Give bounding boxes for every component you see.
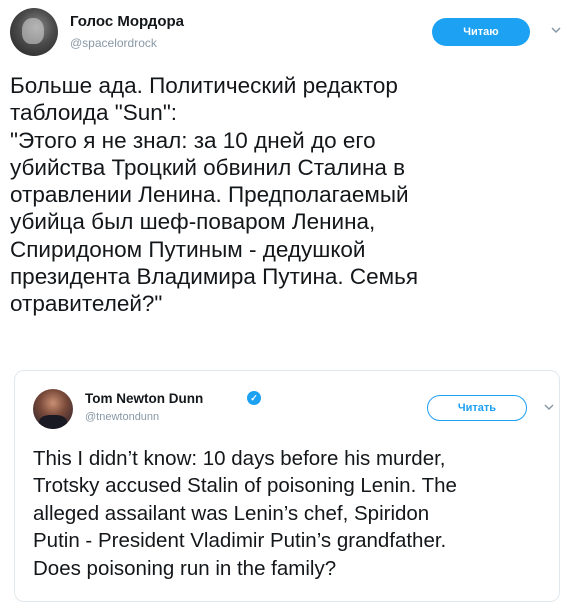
quoted-tweet-text: This I didn’t know: 10 days before his m… xyxy=(33,447,457,580)
quoted-author-name[interactable]: Tom Newton Dunn xyxy=(85,391,203,406)
chevron-down-icon[interactable] xyxy=(543,401,555,413)
verified-badge-icon: ✓ xyxy=(247,391,261,405)
follow-button[interactable]: Читаю xyxy=(432,18,530,46)
quoted-follow-button[interactable]: Читать xyxy=(427,395,527,421)
quoted-tweet[interactable]: Tom Newton Dunn ✓ @tnewtondunn Читать Th… xyxy=(14,370,560,602)
chevron-down-icon[interactable] xyxy=(550,24,562,36)
quoted-author-handle[interactable]: @tnewtondunn xyxy=(85,411,159,423)
tweet-header: Голос Мордора @spacelordrock Читаю xyxy=(10,8,561,58)
avatar[interactable] xyxy=(10,8,58,56)
author-name[interactable]: Голос Мордора xyxy=(70,13,184,30)
tweet-text: Больше ада. Политический редактор таблои… xyxy=(10,73,419,317)
author-handle[interactable]: @spacelordrock xyxy=(70,36,157,50)
quoted-avatar[interactable] xyxy=(33,389,73,429)
